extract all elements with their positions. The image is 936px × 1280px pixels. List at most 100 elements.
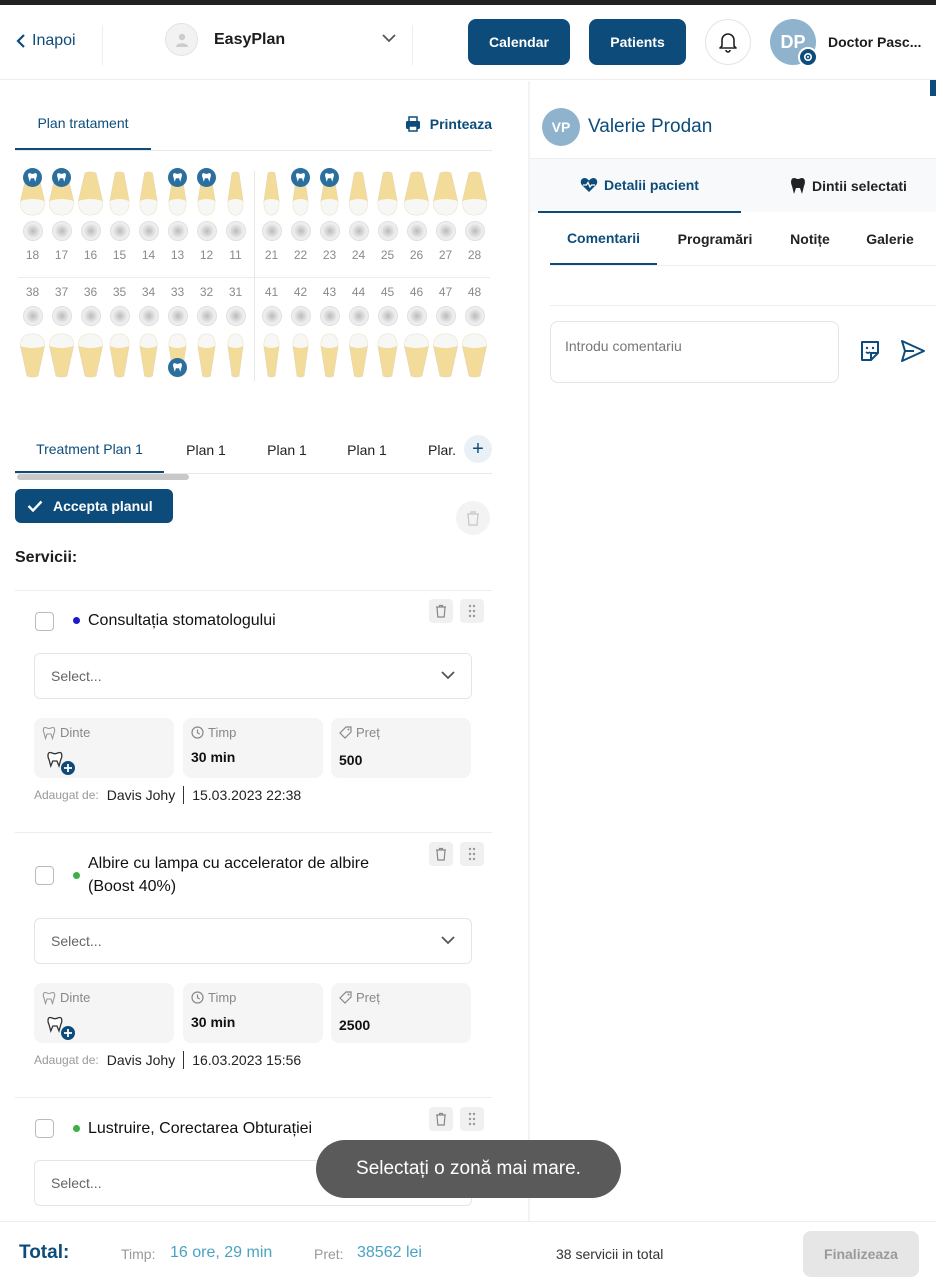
tooth-25[interactable] (373, 171, 402, 222)
tooth-36[interactable] (76, 332, 105, 383)
tooth-occlusal-34[interactable] (138, 306, 159, 326)
tooth-occlusal-35[interactable] (109, 306, 130, 326)
tooth-occlusal-23[interactable] (319, 221, 340, 241)
tab-comments[interactable]: Comentarii (550, 212, 657, 265)
tooth-occlusal-32[interactable] (196, 306, 217, 326)
tooth-occlusal-42[interactable] (290, 306, 311, 326)
add-tooth-button[interactable] (47, 1016, 77, 1047)
tab-plan-tratament[interactable]: Plan tratament (15, 97, 151, 150)
tooth-occlusal-41[interactable] (261, 306, 282, 326)
price-field[interactable]: Preț 500 (331, 718, 471, 778)
tooth-occlusal-46[interactable] (406, 306, 427, 326)
tooth-occlusal-36[interactable] (80, 306, 101, 326)
tooth-occlusal-24[interactable] (348, 221, 369, 241)
clinic-selector[interactable]: EasyPlan (165, 23, 285, 56)
finalize-button[interactable]: Finalizeaza (803, 1231, 919, 1277)
tab-gallery[interactable]: Galerie (855, 212, 925, 265)
tooth-45[interactable] (373, 332, 402, 383)
doctor-select[interactable]: Select... (34, 653, 472, 699)
tab-plan[interactable]: Plan 1 (253, 426, 321, 473)
back-link[interactable]: Inapoi (16, 32, 76, 50)
delete-service-button[interactable] (429, 842, 453, 866)
tooth-27[interactable] (431, 171, 460, 222)
tooth-occlusal-45[interactable] (377, 306, 398, 326)
chevron-down-icon[interactable] (382, 33, 396, 43)
tab-plan[interactable]: Plan 1 (172, 426, 240, 473)
tooth-occlusal-48[interactable] (464, 306, 485, 326)
delete-plan-button[interactable] (456, 501, 490, 535)
tooth-14[interactable] (134, 171, 163, 222)
tooth-28[interactable] (460, 171, 489, 222)
tab-treatment-plan-1[interactable]: Treatment Plan 1 (15, 426, 164, 473)
tooth-occlusal-18[interactable] (22, 221, 43, 241)
tooth-occlusal-15[interactable] (109, 221, 130, 241)
drag-handle[interactable] (460, 599, 484, 623)
service-checkbox[interactable] (35, 1119, 54, 1138)
tooth-occlusal-26[interactable] (406, 221, 427, 241)
tooth-occlusal-13[interactable] (167, 221, 188, 241)
tooth-48[interactable] (460, 332, 489, 383)
tooth-11[interactable] (221, 171, 250, 222)
sticker-icon[interactable] (858, 339, 882, 363)
tooth-occlusal-43[interactable] (319, 306, 340, 326)
tooth-31[interactable] (221, 332, 250, 383)
send-icon[interactable] (900, 339, 926, 363)
add-tooth-button[interactable] (47, 751, 77, 782)
drag-handle[interactable] (460, 842, 484, 866)
tooth-occlusal-44[interactable] (348, 306, 369, 326)
tooth-occlusal-33[interactable] (167, 306, 188, 326)
patients-button[interactable]: Patients (589, 19, 686, 65)
tooth-34[interactable] (134, 332, 163, 383)
service-checkbox[interactable] (35, 612, 54, 631)
tooth-41[interactable] (257, 332, 286, 383)
service-checkbox[interactable] (35, 866, 54, 885)
tooth-occlusal-28[interactable] (464, 221, 485, 241)
time-field[interactable]: Timp 30 min (183, 718, 323, 778)
tabs-scrollbar[interactable] (17, 474, 189, 480)
notifications-button[interactable] (705, 19, 751, 65)
price-field[interactable]: Preț 2500 (331, 983, 471, 1043)
gear-icon[interactable] (798, 47, 818, 67)
drag-handle[interactable] (460, 1107, 484, 1131)
tooth-occlusal-16[interactable] (80, 221, 101, 241)
tooth-occlusal-38[interactable] (22, 306, 43, 326)
tooth-35[interactable] (105, 332, 134, 383)
tab-notes[interactable]: Notițe (775, 212, 845, 265)
tooth-15[interactable] (105, 171, 134, 222)
tab-appointments[interactable]: Programări (667, 212, 763, 265)
print-button[interactable]: Printeaza (404, 115, 492, 133)
tab-plan[interactable]: Plan 1 (333, 426, 401, 473)
tooth-occlusal-14[interactable] (138, 221, 159, 241)
tooth-occlusal-21[interactable] (261, 221, 282, 241)
tooth-21[interactable] (257, 171, 286, 222)
tab-selected-teeth[interactable]: Dintii selectati (790, 159, 936, 213)
user-name[interactable]: Doctor Pasc... (828, 34, 936, 50)
accept-plan-button[interactable]: Accepta planul (15, 489, 173, 523)
tooth-occlusal-12[interactable] (196, 221, 217, 241)
tooth-occlusal-47[interactable] (435, 306, 456, 326)
calendar-button[interactable]: Calendar (468, 19, 570, 65)
doctor-select[interactable]: Select... (34, 918, 472, 964)
tooth-47[interactable] (431, 332, 460, 383)
delete-service-button[interactable] (429, 599, 453, 623)
add-plan-button[interactable]: + (464, 435, 492, 463)
tooth-24[interactable] (344, 171, 373, 222)
comment-input[interactable]: Introdu comentariu (550, 321, 839, 383)
tooth-occlusal-17[interactable] (51, 221, 72, 241)
tooth-occlusal-31[interactable] (225, 306, 246, 326)
time-field[interactable]: Timp 30 min (183, 983, 323, 1043)
tab-plan[interactable]: Plar. (415, 426, 459, 473)
tooth-occlusal-27[interactable] (435, 221, 456, 241)
tab-patient-details[interactable]: Detalii pacient (538, 159, 741, 213)
tooth-44[interactable] (344, 332, 373, 383)
tooth-37[interactable] (47, 332, 76, 383)
tooth-32[interactable] (192, 332, 221, 383)
tooth-26[interactable] (402, 171, 431, 222)
tooth-occlusal-11[interactable] (225, 221, 246, 241)
tooth-occlusal-22[interactable] (290, 221, 311, 241)
tooth-42[interactable] (286, 332, 315, 383)
tooth-38[interactable] (18, 332, 47, 383)
delete-service-button[interactable] (429, 1107, 453, 1131)
tooth-43[interactable] (315, 332, 344, 383)
teeth-field[interactable]: Dinte (34, 983, 174, 1043)
